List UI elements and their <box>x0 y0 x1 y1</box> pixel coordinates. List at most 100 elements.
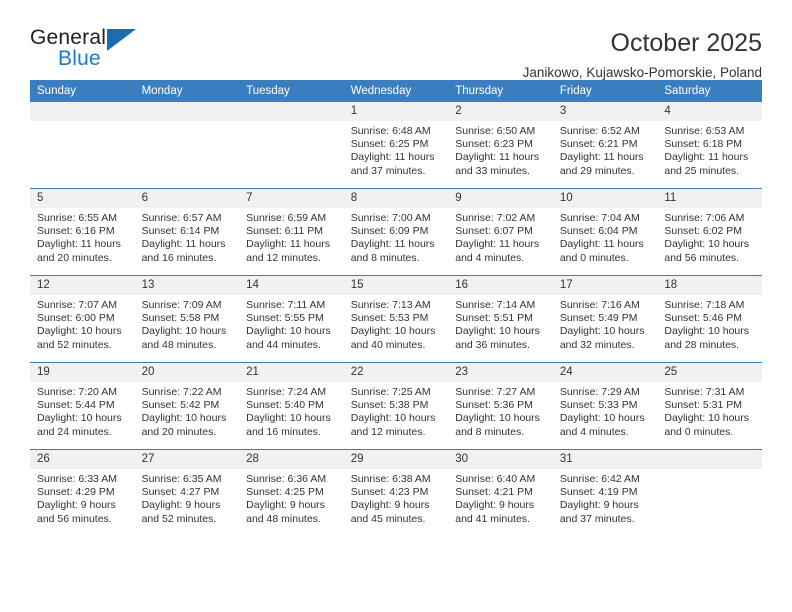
calendar-day-cell[interactable]: 24 Sunrise: 7:29 AM Sunset: 5:33 PM Dayligh… <box>552 362 658 450</box>
calendar-day-cell[interactable]: 10 Sunrise: 7:04 AM Sunset: 6:04 PM Dayligh… <box>552 188 658 276</box>
day-sun-info: Sunrise: 7:25 AM Sunset: 5:38 PM Daylight:… <box>344 382 449 439</box>
sunset-text: Sunset: 5:31 PM <box>664 399 743 412</box>
sunset-text: Sunset: 5:36 PM <box>455 399 533 412</box>
day-number: 15 <box>343 276 449 295</box>
calendar-day-cell[interactable]: 11 Sunrise: 7:06 AM Sunset: 6:02 PM Dayligh… <box>657 188 762 276</box>
daylight-text-line2: and 28 minutes. <box>664 338 740 351</box>
day-number: 29 <box>343 450 449 469</box>
day-sun-info: Sunrise: 7:16 AM Sunset: 5:49 PM Daylight:… <box>553 295 658 352</box>
day-number: 26 <box>30 450 135 469</box>
daylight-text-line1: Daylight: 11 hours <box>664 151 749 164</box>
daylight-text-line1: Daylight: 11 hours <box>141 238 226 251</box>
sunset-text: Sunset: 4:19 PM <box>559 486 638 499</box>
day-number: 21 <box>239 363 344 382</box>
sunrise-text: Sunrise: 6:50 AM <box>455 125 536 137</box>
daylight-text-line1: Daylight: 10 hours <box>246 325 331 338</box>
calendar-day-cell[interactable]: 12 Sunrise: 7:07 AM Sunset: 6:00 PM Dayligh… <box>30 275 135 363</box>
calendar-day-cell[interactable]: 1 Sunrise: 6:48 AM Sunset: 6:25 PM Daylight… <box>343 102 449 189</box>
sunset-text: Sunset: 6:07 PM <box>455 225 533 238</box>
calendar-week-row: 12 Sunrise: 7:07 AM Sunset: 6:00 PM Dayligh… <box>30 275 762 363</box>
calendar-day-cell[interactable]: 25 Sunrise: 7:31 AM Sunset: 5:31 PM Dayligh… <box>657 362 762 450</box>
calendar-day-cell[interactable]: 20 Sunrise: 7:22 AM Sunset: 5:42 PM Dayligh… <box>134 362 240 450</box>
calendar-day-cell[interactable]: 5 Sunrise: 6:55 AM Sunset: 6:16 PM Daylight… <box>30 188 135 276</box>
daylight-text-line1: Daylight: 11 hours <box>559 238 644 251</box>
calendar-day-cell[interactable]: 23 Sunrise: 7:27 AM Sunset: 5:36 PM Dayligh… <box>448 362 553 450</box>
calendar-day-cell[interactable]: 4 Sunrise: 6:53 AM Sunset: 6:18 PM Daylight… <box>657 102 762 189</box>
calendar-day-cell[interactable]: 19 Sunrise: 7:20 AM Sunset: 5:44 PM Dayligh… <box>30 362 135 450</box>
calendar-day-cell[interactable]: 29 Sunrise: 6:38 AM Sunset: 4:23 PM Dayligh… <box>343 449 449 536</box>
calendar-day-cell[interactable]: 31 Sunrise: 6:42 AM Sunset: 4:19 PM Dayligh… <box>552 449 658 536</box>
calendar-day-cell[interactable]: 14 Sunrise: 7:11 AM Sunset: 5:55 PM Dayligh… <box>239 275 344 363</box>
day-number <box>239 102 344 121</box>
calendar-day-cell[interactable]: 15 Sunrise: 7:13 AM Sunset: 5:53 PM Dayligh… <box>343 275 449 363</box>
sunrise-text: Sunrise: 7:24 AM <box>246 386 327 398</box>
daylight-text-line1: Daylight: 9 hours <box>246 499 325 512</box>
daylight-text-line1: Daylight: 10 hours <box>37 412 122 425</box>
logo-text-blue: Blue <box>58 47 101 70</box>
day-number: 27 <box>134 450 240 469</box>
calendar-day-cell[interactable]: 6 Sunrise: 6:57 AM Sunset: 6:14 PM Daylight… <box>134 188 240 276</box>
generalblue-logo[interactable]: General Blue <box>30 26 160 80</box>
calendar-day-cell[interactable]: 13 Sunrise: 7:09 AM Sunset: 5:58 PM Dayligh… <box>134 275 240 363</box>
daylight-text-line1: Daylight: 11 hours <box>350 238 435 251</box>
weekday-header-row: Sunday Monday Tuesday Wednesday Thursday… <box>30 80 762 102</box>
sunset-text: Sunset: 4:29 PM <box>37 486 115 499</box>
calendar-day-cell[interactable]: 17 Sunrise: 7:16 AM Sunset: 5:49 PM Dayligh… <box>552 275 658 363</box>
sunset-text: Sunset: 5:38 PM <box>350 399 429 412</box>
sunrise-text: Sunrise: 7:22 AM <box>141 386 222 398</box>
day-sun-info: Sunrise: 6:36 AM Sunset: 4:25 PM Daylight:… <box>239 469 344 526</box>
daylight-text-line1: Daylight: 10 hours <box>350 325 436 338</box>
calendar-day-cell[interactable]: 8 Sunrise: 7:00 AM Sunset: 6:09 PM Daylight… <box>343 188 449 276</box>
day-sun-info: Sunrise: 6:57 AM Sunset: 6:14 PM Daylight:… <box>135 208 240 265</box>
sunset-text: Sunset: 4:25 PM <box>246 486 324 499</box>
calendar-day-cell[interactable]: 9 Sunrise: 7:02 AM Sunset: 6:07 PM Daylight… <box>448 188 553 276</box>
sunset-text: Sunset: 5:33 PM <box>559 399 638 412</box>
day-number: 7 <box>239 189 344 208</box>
day-number: 5 <box>30 189 135 208</box>
calendar-page: General Blue October 2025 Janikowo, Kuja… <box>0 0 792 612</box>
daylight-text-line2: and 16 minutes. <box>141 251 217 264</box>
day-number: 18 <box>657 276 762 295</box>
sunrise-text: Sunrise: 6:38 AM <box>350 473 431 485</box>
day-number: 14 <box>239 276 344 295</box>
daylight-text-line2: and 12 minutes. <box>350 425 426 438</box>
sunset-text: Sunset: 5:58 PM <box>141 312 220 325</box>
month-calendar: Sunday Monday Tuesday Wednesday Thursday… <box>30 80 762 536</box>
sunrise-text: Sunrise: 6:42 AM <box>559 473 640 485</box>
weekday-header-tuesday: Tuesday <box>239 80 344 102</box>
sunset-text: Sunset: 6:25 PM <box>350 138 429 151</box>
day-sun-info: Sunrise: 7:09 AM Sunset: 5:58 PM Daylight:… <box>135 295 240 352</box>
calendar-day-cell[interactable]: 21 Sunrise: 7:24 AM Sunset: 5:40 PM Dayligh… <box>239 362 344 450</box>
daylight-text-line2: and 20 minutes. <box>37 251 112 264</box>
daylight-text-line2: and 4 minutes. <box>559 425 629 438</box>
day-number: 23 <box>448 363 553 382</box>
page-subtitle: Janikowo, Kujawsko-Pomorskie, Poland <box>522 65 762 80</box>
calendar-day-cell[interactable]: 30 Sunrise: 6:40 AM Sunset: 4:21 PM Dayligh… <box>448 449 553 536</box>
calendar-day-cell[interactable]: 16 Sunrise: 7:14 AM Sunset: 5:51 PM Dayligh… <box>448 275 553 363</box>
day-sun-info: Sunrise: 6:55 AM Sunset: 6:16 PM Daylight:… <box>30 208 135 265</box>
day-number: 19 <box>30 363 135 382</box>
day-number: 1 <box>343 102 449 121</box>
calendar-day-cell[interactable]: 22 Sunrise: 7:25 AM Sunset: 5:38 PM Dayligh… <box>343 362 449 450</box>
calendar-day-cell[interactable]: 7 Sunrise: 6:59 AM Sunset: 6:11 PM Daylight… <box>239 188 344 276</box>
sunrise-text: Sunrise: 7:06 AM <box>664 212 745 224</box>
calendar-week-row: 19 Sunrise: 7:20 AM Sunset: 5:44 PM Dayligh… <box>30 362 762 450</box>
calendar-day-cell[interactable]: 3 Sunrise: 6:52 AM Sunset: 6:21 PM Daylight… <box>552 102 658 189</box>
sunset-text: Sunset: 6:02 PM <box>664 225 743 238</box>
weekday-header-sunday: Sunday <box>30 80 135 102</box>
calendar-day-cell[interactable]: 2 Sunrise: 6:50 AM Sunset: 6:23 PM Daylight… <box>448 102 553 189</box>
calendar-day-cell[interactable]: 28 Sunrise: 6:36 AM Sunset: 4:25 PM Dayligh… <box>239 449 344 536</box>
calendar-day-cell[interactable]: 18 Sunrise: 7:18 AM Sunset: 5:46 PM Dayligh… <box>657 275 762 363</box>
day-number: 25 <box>657 363 762 382</box>
sunset-text: Sunset: 5:44 PM <box>37 399 115 412</box>
sunrise-text: Sunrise: 7:00 AM <box>350 212 431 224</box>
daylight-text-line2: and 40 minutes. <box>350 338 426 351</box>
daylight-text-line2: and 41 minutes. <box>455 512 530 525</box>
sunset-text: Sunset: 4:23 PM <box>350 486 429 499</box>
calendar-day-cell[interactable]: 27 Sunrise: 6:35 AM Sunset: 4:27 PM Dayligh… <box>134 449 240 536</box>
daylight-text-line2: and 29 minutes. <box>559 164 635 177</box>
sunrise-text: Sunrise: 7:31 AM <box>664 386 745 398</box>
day-sun-info: Sunrise: 7:04 AM Sunset: 6:04 PM Daylight:… <box>553 208 658 265</box>
sunrise-text: Sunrise: 6:48 AM <box>350 125 431 137</box>
calendar-day-cell[interactable]: 26 Sunrise: 6:33 AM Sunset: 4:29 PM Dayligh… <box>30 449 135 536</box>
